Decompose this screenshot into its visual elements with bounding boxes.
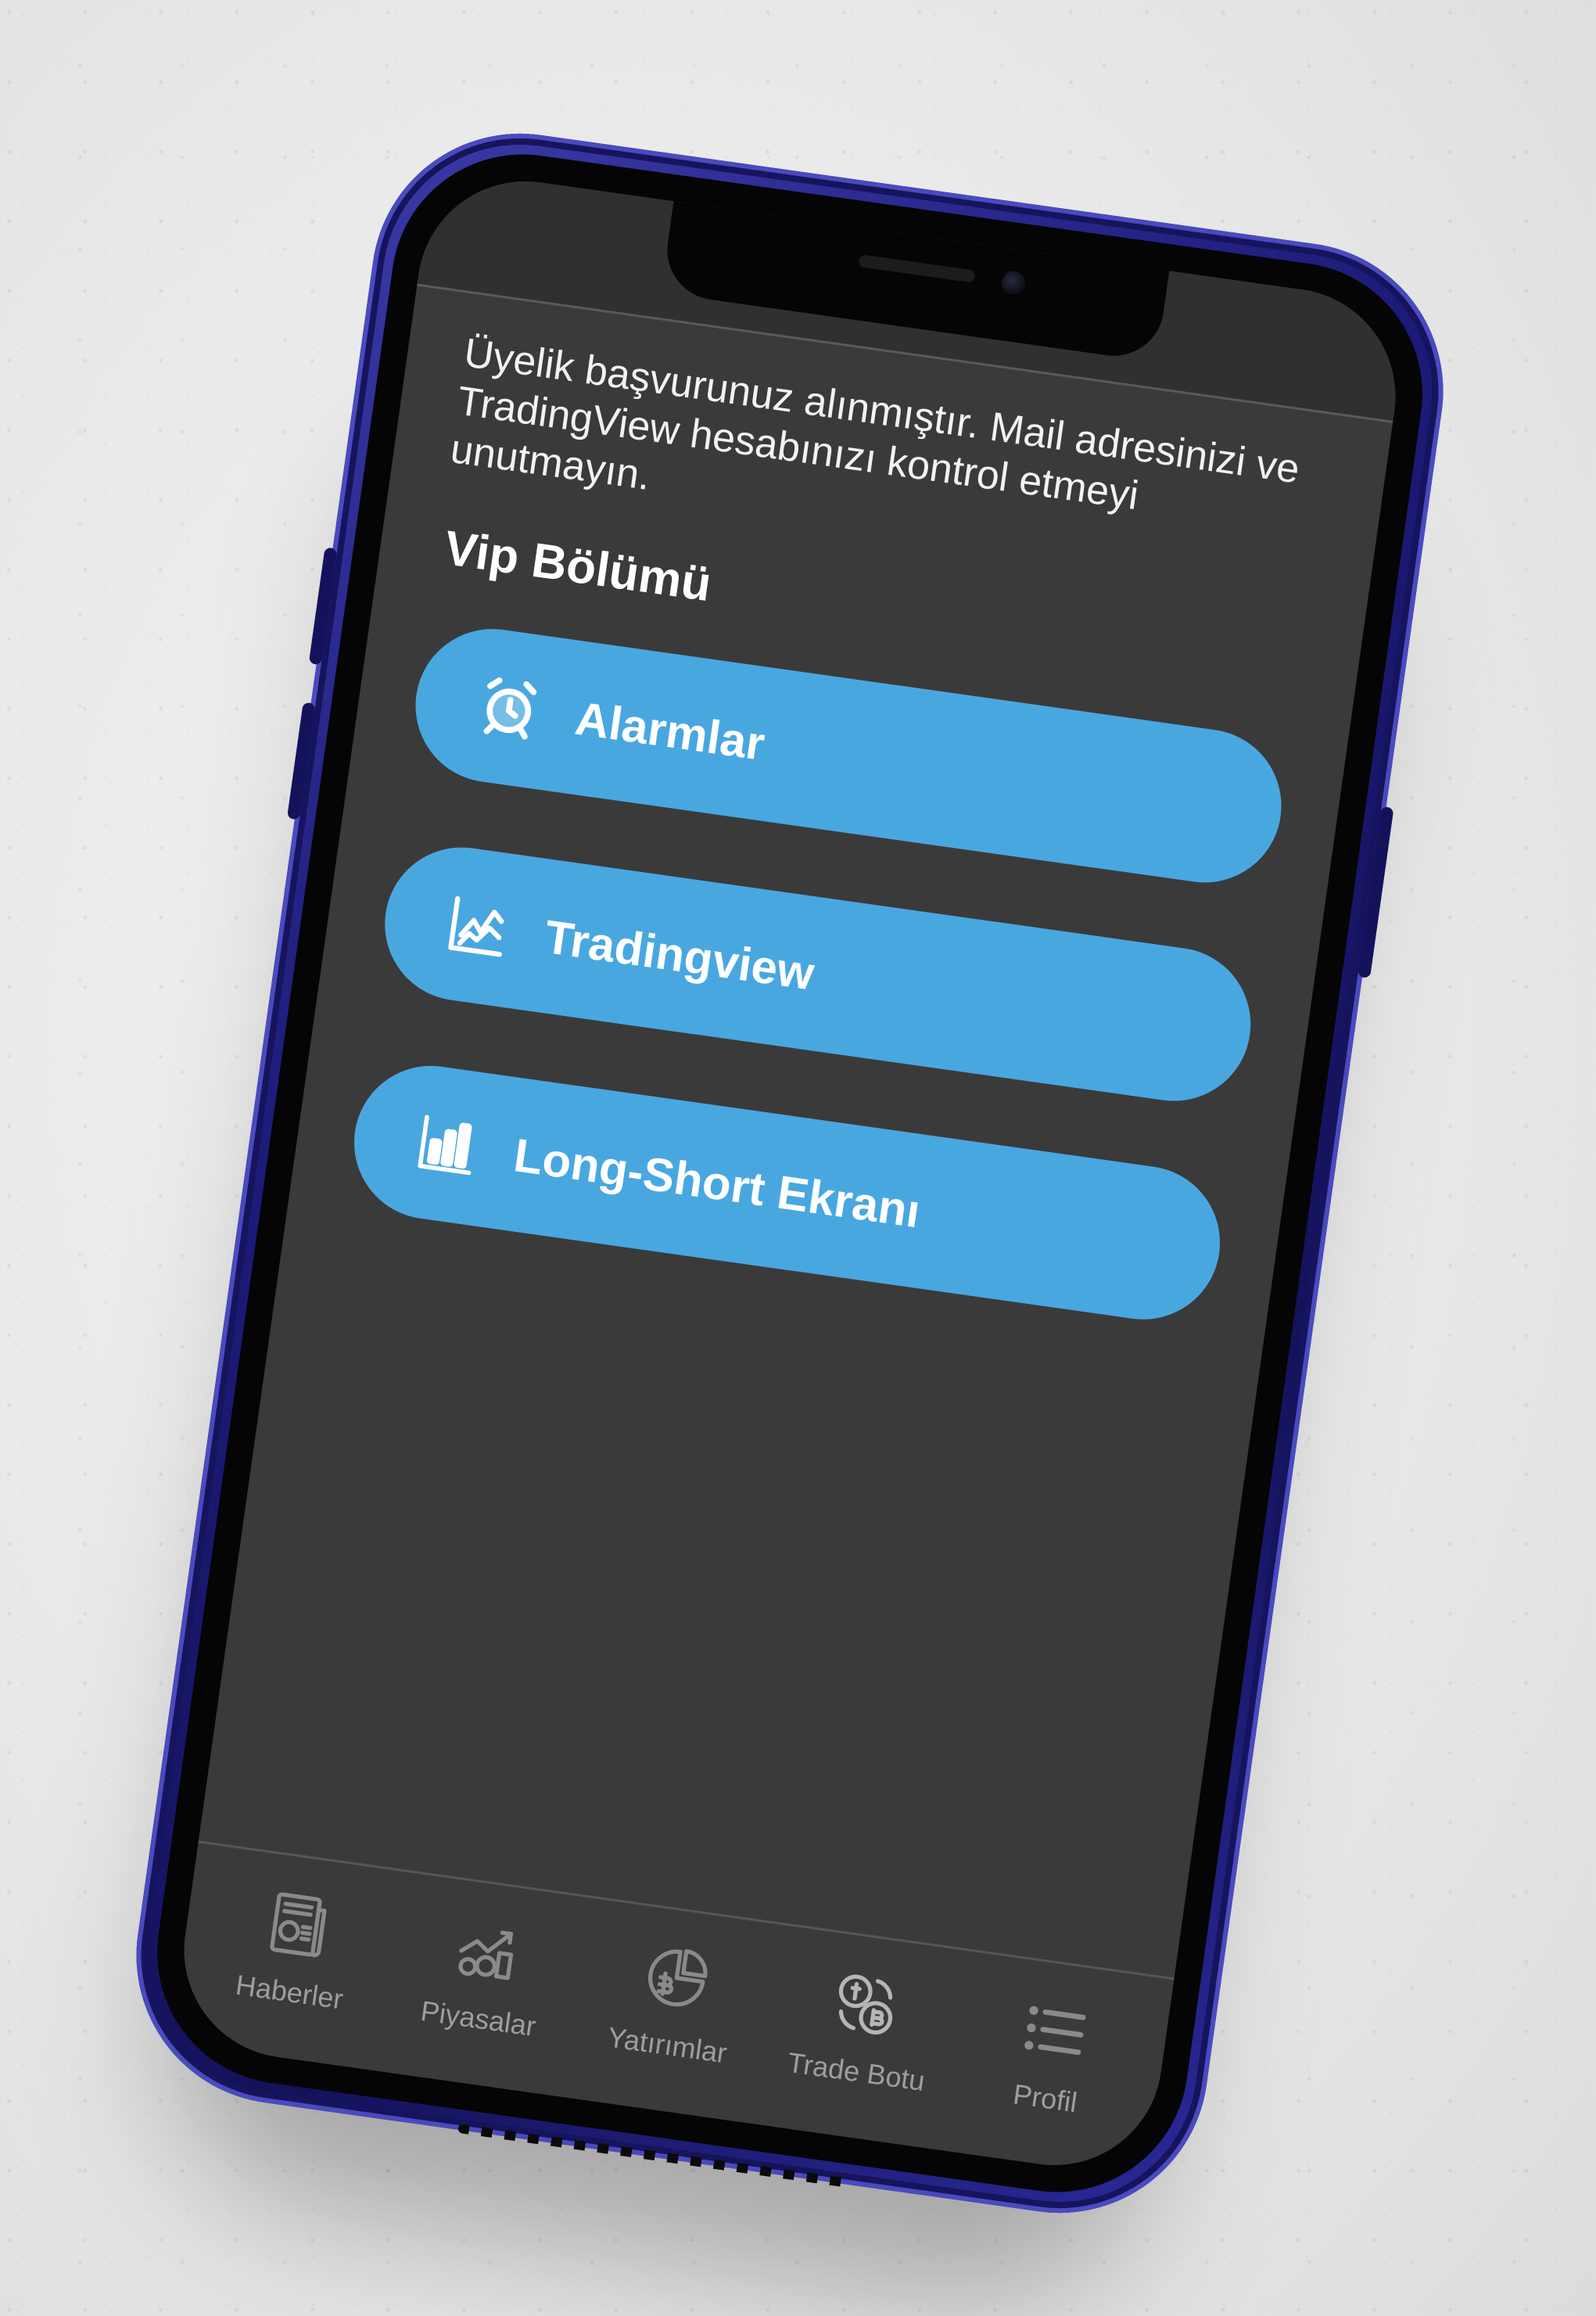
tab-haberler-label: Haberler [233, 1968, 346, 2016]
tradingview-button[interactable]: Tradingview [375, 837, 1261, 1111]
tradingview-label: Tradingview [541, 910, 818, 1000]
market-growth-icon [442, 1905, 533, 1997]
coin-exchange-icon [820, 1959, 911, 2050]
tab-yatirimlar-label: Yatırımlar [605, 2020, 730, 2070]
tab-profil[interactable]: Profil [954, 1978, 1149, 2127]
front-camera [1000, 269, 1028, 296]
line-chart-icon [438, 886, 519, 968]
bar-chart-icon [407, 1104, 489, 1186]
tab-yatirimlar[interactable]: Yatırımlar [576, 1925, 771, 2074]
investment-pie-icon [631, 1932, 723, 2023]
earpiece-speaker [858, 254, 976, 283]
tab-piyasalar[interactable]: Piyasalar [387, 1898, 583, 2047]
tab-piyasalar-label: Piyasalar [418, 1994, 538, 2043]
long-short-button[interactable]: Long-Short Ekranı [344, 1056, 1230, 1330]
newspaper-icon [253, 1879, 344, 1970]
long-short-label: Long-Short Ekranı [511, 1128, 924, 1237]
tab-trade-botu[interactable]: Trade Botu [765, 1952, 960, 2100]
list-menu-icon [1009, 1985, 1100, 2077]
tab-profil-label: Profil [1011, 2077, 1080, 2119]
tab-trade-botu-label: Trade Botu [785, 2045, 927, 2098]
alarm-clock-icon [468, 667, 550, 749]
tab-haberler[interactable]: Haberler [198, 1872, 393, 2020]
phone-device: Üyelik başvurunuz alınmıştır. Mail adres… [117, 114, 1463, 2232]
alarmlar-label: Alarmlar [572, 691, 769, 770]
